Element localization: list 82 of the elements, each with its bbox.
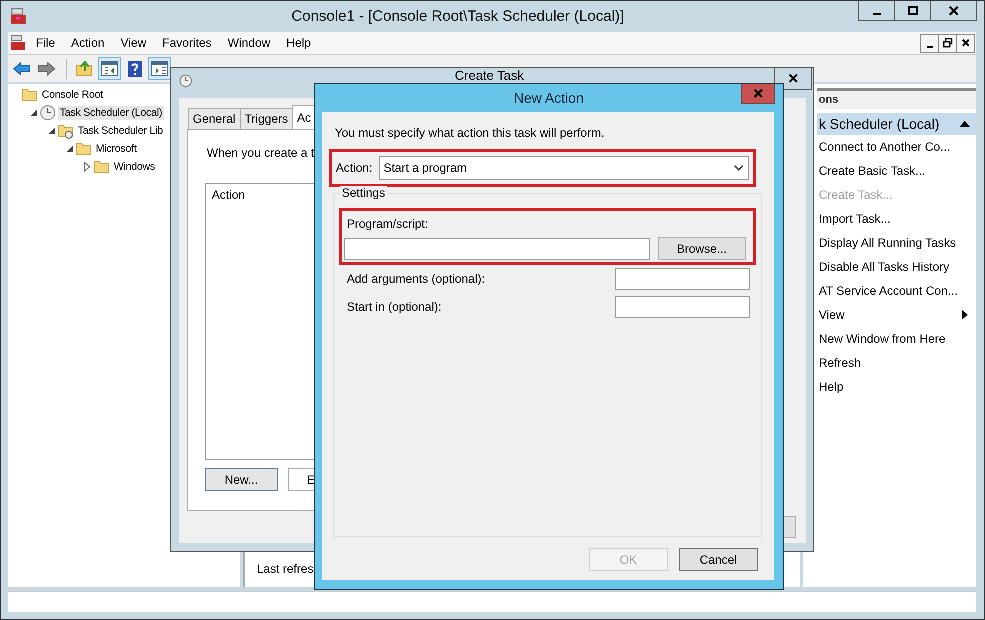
folder-up-icon (76, 60, 94, 76)
action-link[interactable]: View (819, 308, 845, 322)
restore-button[interactable] (938, 34, 957, 52)
tab[interactable]: Ac (292, 105, 315, 129)
close-icon (752, 88, 764, 99)
collapse-arrow-icon[interactable] (48, 127, 56, 135)
field-label: Action: (336, 161, 373, 175)
action-pane-button[interactable] (148, 57, 171, 80)
instruction-text: You must specify what action this task will perform. (335, 126, 606, 140)
dialog-button[interactable]: Cancel (679, 548, 758, 571)
restore-icon (942, 38, 952, 48)
close-button[interactable] (774, 68, 812, 90)
action-link[interactable]: Refresh (819, 356, 862, 370)
input-field[interactable] (615, 296, 750, 318)
clock-icon (40, 105, 56, 121)
action-link[interactable]: AT Service Account Con... (819, 284, 958, 298)
help-icon (126, 60, 142, 76)
clock-icon (179, 74, 193, 88)
pane-header: ons (819, 94, 839, 106)
menu-item[interactable]: File (36, 36, 56, 50)
description-text: When you create a t (207, 146, 314, 160)
close-icon (960, 38, 970, 48)
pane-icon (100, 60, 118, 76)
tree-item[interactable]: Microsoft (94, 142, 139, 156)
browse-button[interactable]: Browse... (658, 237, 746, 260)
window-title: Console1 - [Console Root\Task Scheduler (Local)] (290, 8, 626, 24)
input-field[interactable] (344, 238, 650, 260)
chevron-icon (734, 165, 744, 171)
minimize-button[interactable] (858, 1, 895, 21)
tab[interactable]: General (188, 108, 241, 129)
close-button[interactable] (956, 34, 975, 52)
collapse-arrow-icon[interactable] (66, 145, 74, 153)
toolbox-icon (10, 8, 27, 24)
folder-icon (94, 159, 110, 175)
action-link[interactable]: Connect to Another Co... (819, 140, 950, 154)
close-button[interactable] (930, 1, 977, 21)
section-header[interactable]: k Scheduler (Local) (817, 113, 976, 135)
action-link[interactable]: New Window from Here (819, 332, 946, 346)
forward-arrow-icon (38, 60, 56, 76)
minimize-button[interactable] (920, 34, 939, 52)
minimize-icon (872, 13, 880, 15)
action-link[interactable]: Disable All Tasks History (819, 260, 950, 274)
dialog-title: Create Task (455, 68, 524, 83)
action-link[interactable]: Import Task... (819, 212, 891, 226)
action-link[interactable]: Display All Running Tasks (819, 236, 956, 250)
action-link[interactable]: Create Basic Task... (819, 164, 926, 178)
close-icon (788, 73, 798, 84)
collapse-arrow-icon[interactable] (30, 109, 38, 117)
dialog-title: New Action (514, 90, 584, 106)
toolbox-icon[interactable] (10, 35, 26, 51)
show-tree-button[interactable] (98, 57, 121, 80)
tree-item[interactable]: Task Scheduler (Local) (58, 106, 164, 120)
action-dropdown[interactable]: Start a program (378, 156, 749, 180)
action-link[interactable]: Help (819, 380, 844, 394)
back-arrow-icon (12, 60, 30, 76)
collapse-arrow-icon[interactable] (960, 121, 970, 127)
folder-clock-icon (58, 123, 74, 139)
tree-item[interactable]: Windows (112, 160, 158, 174)
menu-item[interactable]: Favorites (162, 36, 212, 50)
folder-icon (22, 87, 38, 103)
field-label: Program/script: (347, 217, 428, 231)
field-label: Start in (optional): (347, 300, 442, 314)
pane-icon (150, 60, 168, 76)
folder-icon (76, 141, 92, 157)
tree-item[interactable]: Console Root (40, 88, 106, 102)
menu-item[interactable]: Action (71, 36, 105, 50)
expand-arrow-icon[interactable] (84, 162, 92, 172)
menu-item[interactable]: View (120, 36, 146, 50)
close-icon (948, 4, 960, 16)
dialog-button[interactable]: New... (205, 468, 278, 491)
tab[interactable]: Triggers (240, 108, 294, 129)
maximize-icon (906, 4, 918, 16)
input-field[interactable] (615, 268, 750, 290)
status-text: Last refres (257, 562, 314, 576)
tree-item[interactable]: Task Scheduler Lib (76, 124, 166, 138)
group-label: Settings (340, 186, 388, 200)
menu-item[interactable]: Help (286, 36, 312, 50)
menu-item[interactable]: Window (228, 36, 271, 50)
field-label: Add arguments (optional): (347, 272, 486, 286)
column-header[interactable]: Action (212, 188, 246, 202)
minimize-icon (926, 46, 932, 48)
dialog-button[interactable]: E (288, 468, 315, 491)
